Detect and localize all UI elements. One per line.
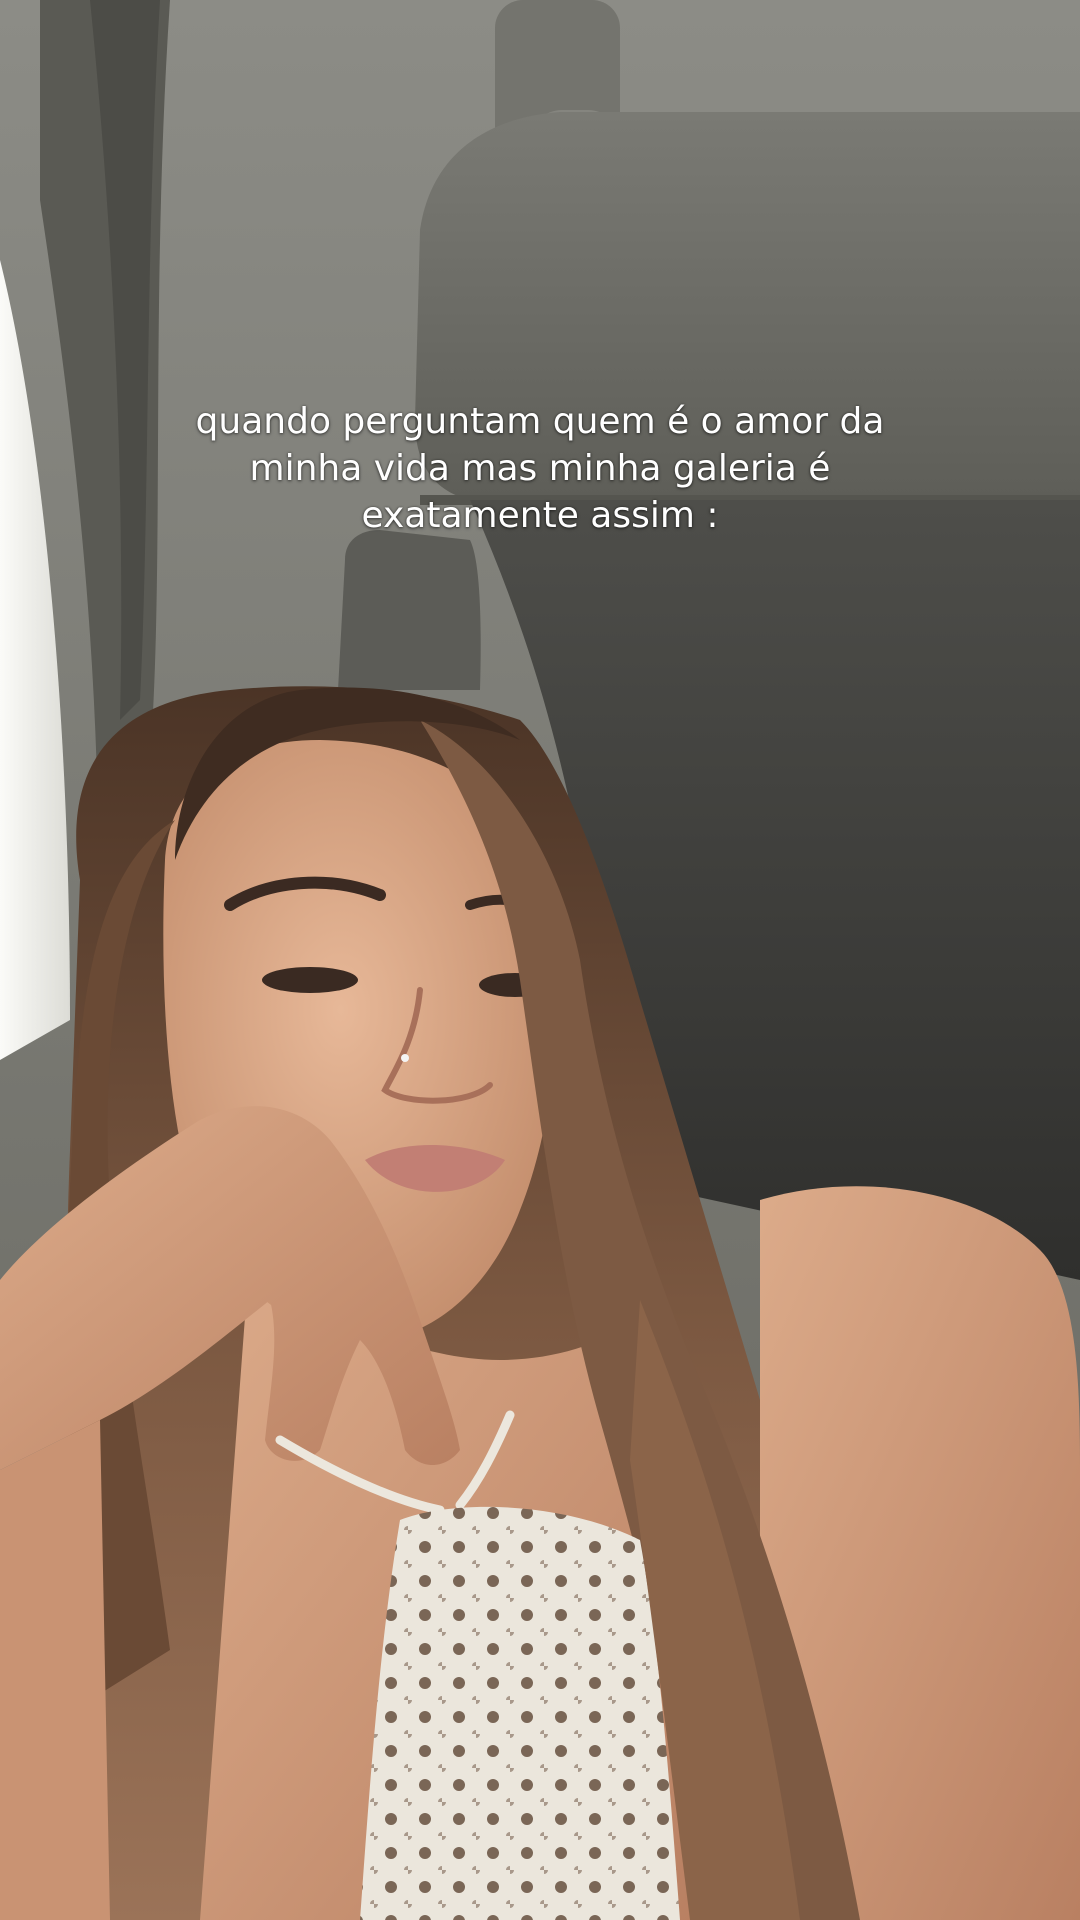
- eye-left: [262, 967, 358, 993]
- overlay-caption: quando perguntam quem é o amor da minha …: [195, 401, 896, 536]
- selfie-photo: [0, 0, 1080, 1920]
- visor-clip: [338, 530, 481, 690]
- photo-frame: quando perguntam quem é o amor da minha …: [0, 0, 1080, 1920]
- crochet-top: [360, 1506, 680, 1920]
- arm: [0, 1420, 110, 1920]
- nose-piercing: [401, 1054, 409, 1062]
